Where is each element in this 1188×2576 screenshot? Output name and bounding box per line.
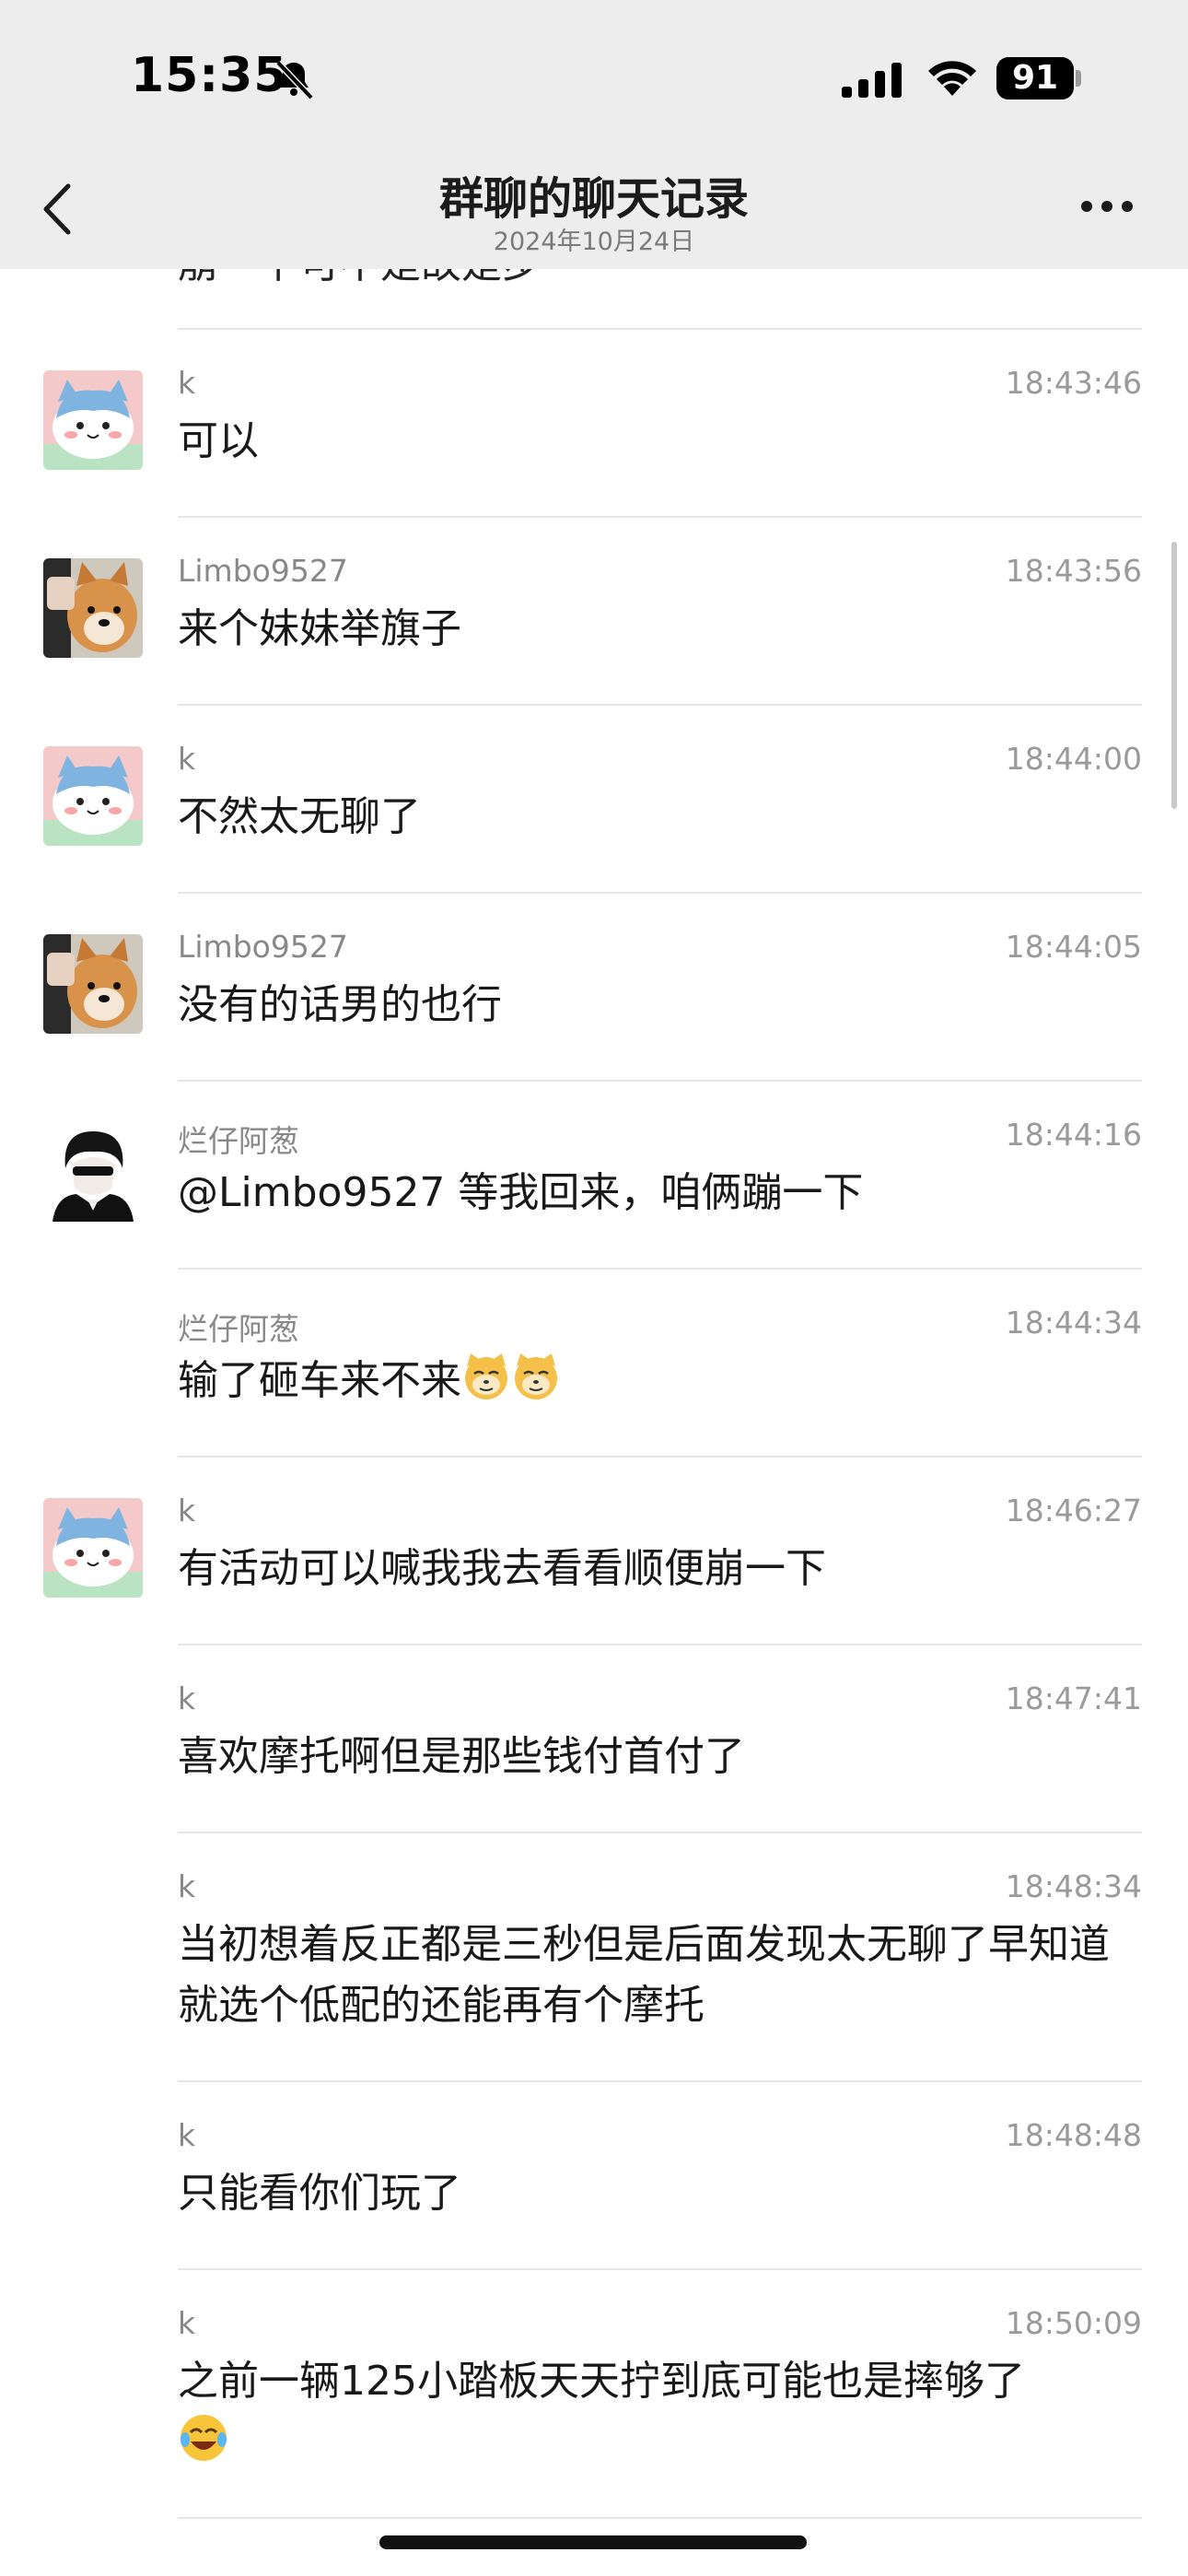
message-text: 当初想着反正都是三秒但是后面发现太无聊了早知道就选个低配的还能再有个摩托 (178, 1921, 1110, 2029)
message-content[interactable]: 之前一辆125小踏板天天拧到底可能也是摔够了 (178, 2351, 1126, 2474)
message-text: 可以 (178, 417, 259, 464)
message-text: 之前一辆125小踏板天天拧到底可能也是摔够了 (178, 2358, 1025, 2405)
message-content[interactable]: 有活动可以喊我我去看看顺便崩一下 (178, 1539, 1126, 1599)
message-timestamp: 18:47:41 (1005, 1680, 1142, 1716)
message-sender[interactable]: k (178, 1680, 195, 1716)
message-divider (178, 328, 1142, 330)
message-content[interactable]: 没有的话男的也行 (178, 975, 1126, 1036)
message-timestamp: 18:44:00 (1005, 741, 1142, 777)
message-sender[interactable]: k (178, 1868, 195, 1904)
message-divider (178, 516, 1142, 518)
message-divider (178, 1080, 1142, 1082)
message-divider (178, 1268, 1142, 1270)
message-divider (178, 892, 1142, 894)
more-dots-icon[interactable] (1077, 195, 1136, 217)
hachiware-icon[interactable] (43, 1498, 143, 1598)
message-sender[interactable]: k (178, 1493, 195, 1528)
message-content[interactable]: 只能看你们玩了 (178, 2163, 1126, 2224)
battery-indicator: 91 (996, 57, 1074, 100)
battery-tip (1076, 70, 1081, 87)
message-timestamp: 18:48:48 (1005, 2117, 1142, 2153)
message-text: 不然太无聊了 (178, 793, 421, 840)
cellular-signal-icon (842, 63, 902, 98)
message-text: @Limbo9527 等我回来，咱俩蹦一下 (178, 1169, 864, 1216)
bell-slash-icon (275, 60, 314, 100)
message-divider (178, 1644, 1142, 1645)
message-content[interactable]: 输了砸车来不来 (178, 1351, 1126, 1411)
message-content[interactable]: 来个妹妹举旗子 (178, 599, 1126, 660)
message-content[interactable]: 可以 (178, 411, 1126, 472)
message-sender[interactable]: 烂仔阿葱 (178, 1305, 299, 1349)
hachiware-icon[interactable] (43, 746, 143, 846)
doge-cat-emoji (461, 1352, 511, 1401)
message-text: 只能看你们玩了 (178, 2170, 461, 2217)
message-sender[interactable]: Limbo9527 (178, 553, 348, 589)
message-timestamp: 18:50:09 (1005, 2305, 1142, 2341)
message-divider (178, 2268, 1142, 2270)
scrollbar[interactable] (1171, 542, 1177, 809)
message-sender[interactable]: k (178, 2305, 195, 2341)
hachiware-icon[interactable] (43, 370, 143, 470)
message-sender[interactable]: k (178, 741, 195, 777)
shiba-dog-icon[interactable] (43, 934, 143, 1034)
message-text: 喜欢摩托啊但是那些钱付首付了 (178, 1733, 745, 1780)
message-text: 没有的话男的也行 (178, 981, 502, 1028)
message-text: 有活动可以喊我我去看看顺便崩一下 (178, 1545, 826, 1592)
message-sender[interactable]: 烂仔阿葱 (178, 1117, 299, 1161)
tears-of-joy-emoji (178, 2412, 229, 2464)
message-content[interactable]: 喜欢摩托啊但是那些钱付首付了 (178, 1727, 1126, 1787)
page-title: 群聊的聊天记录 (438, 173, 749, 225)
message-timestamp: 18:46:27 (1005, 1493, 1142, 1528)
message-sender[interactable]: Limbo9527 (178, 929, 348, 965)
message-divider (178, 1832, 1142, 1833)
message-sender[interactable]: k (178, 2117, 195, 2153)
doge-cat-emoji (511, 1352, 561, 1401)
message-divider (178, 2080, 1142, 2082)
top-bar: 15:35 91 群聊的聊天记录 2024年10月24日 (0, 0, 1188, 269)
message-content[interactable]: 当初想着反正都是三秒但是后面发现太无聊了早知道就选个低配的还能再有个摩托 (178, 1914, 1126, 2036)
message-timestamp: 18:43:56 (1005, 553, 1142, 589)
message-timestamp: 18:48:34 (1005, 1868, 1142, 1904)
message-divider (178, 704, 1142, 706)
message-timestamp: 18:43:46 (1005, 365, 1142, 401)
page-subtitle: 2024年10月24日 (493, 228, 695, 256)
message-content[interactable]: 不然太无聊了 (178, 787, 1126, 848)
anime-man-icon[interactable] (43, 1122, 143, 1222)
message-divider (178, 1456, 1142, 1458)
message-text: 来个妹妹举旗子 (178, 605, 461, 652)
wifi-icon (928, 61, 976, 96)
message-timestamp: 18:44:05 (1005, 929, 1142, 965)
message-content[interactable]: @Limbo9527 等我回来，咱俩蹦一下 (178, 1163, 1126, 1224)
home-indicator[interactable] (379, 2535, 807, 2549)
message-timestamp: 18:44:16 (1005, 1117, 1142, 1153)
status-time: 15:35 (131, 48, 288, 103)
shiba-dog-icon[interactable] (43, 558, 143, 658)
message-divider (178, 2517, 1142, 2519)
message-text: 输了砸车来不来 (178, 1357, 461, 1404)
message-sender[interactable]: k (178, 365, 195, 401)
message-timestamp: 18:44:34 (1005, 1305, 1142, 1341)
